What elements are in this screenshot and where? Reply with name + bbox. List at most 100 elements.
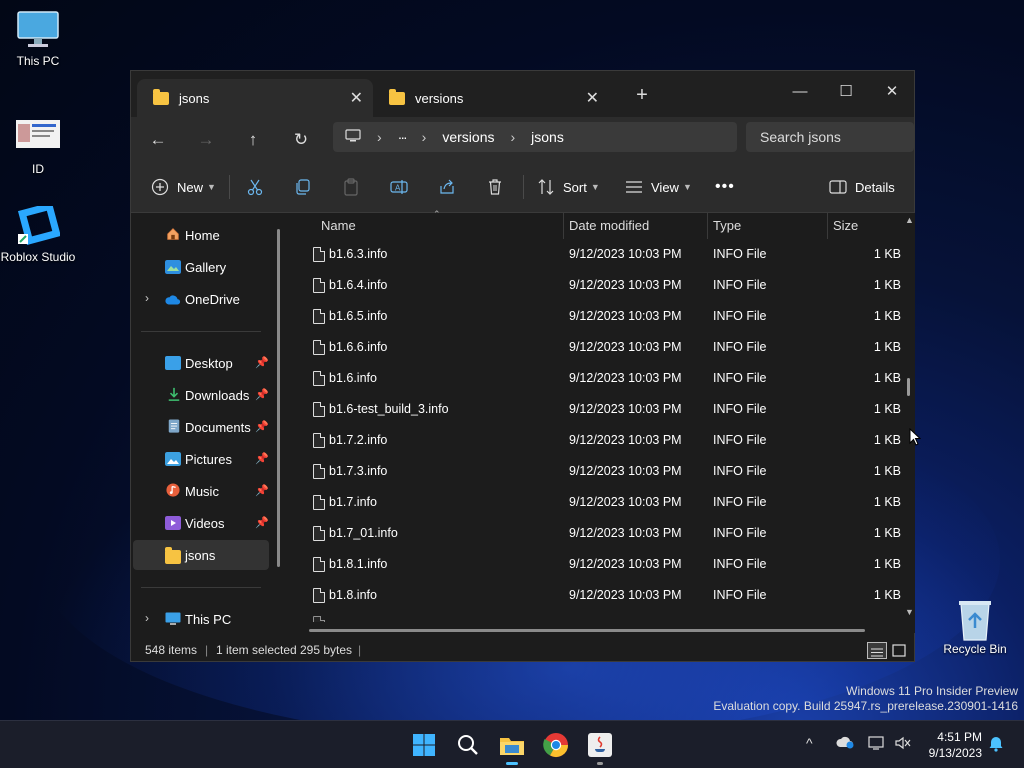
nav-scrollbar[interactable] [277,229,280,567]
chevron-right-icon[interactable]: › [145,291,149,305]
column-header-size[interactable]: Size [833,213,858,239]
table-row[interactable]: b1.6-test_build_3.info 9/12/2023 10:03 PM… [291,394,901,425]
volume-muted-icon[interactable] [894,735,912,754]
cut-button[interactable] [246,175,264,199]
column-divider[interactable] [707,213,708,239]
show-hidden-icons-chevron[interactable]: ^ [806,735,813,751]
vertical-scrollbar[interactable]: ▲ ▼ [905,213,914,623]
large-icons-view-icon[interactable] [891,642,907,658]
sort-button[interactable]: Sort ▼ [537,175,600,199]
maximize-button[interactable]: ☐ [823,77,869,107]
nav-item-jsons[interactable]: jsons [133,540,269,570]
tab-versions[interactable]: versions ✕ [373,79,609,117]
search-icon[interactable] [452,729,484,761]
file-name: b1.6.5.info [329,309,388,323]
table-row[interactable]: b1.7.2.info 9/12/2023 10:03 PM INFO File 1 … [291,425,901,456]
pin-icon[interactable]: 📌 [255,420,269,433]
breadcrumb-ellipsis[interactable]: ··· [390,129,414,145]
network-icon[interactable] [868,735,886,754]
share-button[interactable] [438,175,456,199]
details-view-icon[interactable] [867,642,887,659]
file-explorer-icon[interactable] [496,729,528,765]
pin-icon[interactable]: 📌 [255,484,269,497]
nav-item-videos[interactable]: Videos 📌 [133,508,269,538]
details-pane-button[interactable]: Details [829,175,895,199]
column-header-name[interactable]: Name [321,213,356,239]
search-input[interactable]: Search jsons [746,122,914,152]
column-divider[interactable] [563,213,564,239]
file-name: b1.7.2.info [329,433,388,447]
forward-arrow-icon[interactable]: → [191,127,221,153]
nav-item-downloads[interactable]: Downloads 📌 [133,380,269,410]
desktop-icon-this-pc[interactable]: This PC [0,10,76,68]
system-clock[interactable]: 4:51 PM 9/13/2023 [924,729,982,761]
tab-bar: jsons ✕ versions ✕ + — ☐ ✕ [131,71,914,117]
breadcrumb-item-jsons[interactable]: jsons [523,129,572,145]
back-arrow-icon[interactable]: ← [143,127,173,153]
up-arrow-icon[interactable]: ↑ [238,127,268,153]
breadcrumb[interactable]: › ··· › versions › jsons [333,122,737,152]
nav-item-home[interactable]: Home [133,220,269,250]
file-size: 1 KB [873,433,901,447]
start-icon[interactable] [408,729,440,761]
table-row[interactable]: b1.6.info 9/12/2023 10:03 PM INFO File 1 KB [291,363,901,394]
chevron-right-icon[interactable]: › [145,611,149,625]
chrome-icon[interactable] [540,729,572,761]
delete-button[interactable] [486,175,504,199]
pin-icon[interactable]: 📌 [255,516,269,529]
scroll-up-arrow-icon[interactable]: ▲ [905,215,914,225]
this-pc-icon [165,612,181,625]
nav-item-desktop[interactable]: Desktop 📌 [133,348,269,378]
pin-icon[interactable]: 📌 [255,452,269,465]
horizontal-scrollbar[interactable] [309,629,865,632]
desktop-icon-id[interactable]: ID [0,118,76,176]
scroll-down-arrow-icon[interactable]: ▼ [905,607,914,617]
table-row[interactable]: b1.6.5.info 9/12/2023 10:03 PM INFO File 1 … [291,301,901,332]
table-row[interactable]: b1.6.6.info 9/12/2023 10:03 PM INFO File 1 … [291,332,901,363]
table-row[interactable]: b1.6.3.info 9/12/2023 10:03 PM INFO File 1 … [291,239,901,270]
clock-date: 9/13/2023 [928,746,982,760]
tab-close-icon[interactable]: ✕ [350,88,363,108]
new-tab-button[interactable]: + [619,80,665,110]
column-divider[interactable] [827,213,828,239]
nav-item-onedrive[interactable]: › OneDrive [133,284,269,314]
tab-jsons[interactable]: jsons ✕ [137,79,373,117]
id-card-icon [16,118,60,158]
nav-item-gallery[interactable]: Gallery [133,252,269,282]
minimize-button[interactable]: — [777,77,823,107]
new-button[interactable]: New ▼ [151,175,216,199]
scrollbar-thumb[interactable] [907,378,910,396]
onedrive-status-icon[interactable] [836,735,854,752]
notification-bell-icon[interactable] [988,734,1004,755]
close-window-button[interactable]: ✕ [869,77,915,107]
column-header-type[interactable]: Type [713,213,741,239]
file-name: b1.8.info [329,588,377,602]
table-row[interactable]: b1.6.4.info 9/12/2023 10:03 PM INFO File 1 … [291,270,901,301]
nav-item-documents[interactable]: Documents 📌 [133,412,269,442]
nav-item-this-pc[interactable]: › This PC [133,604,269,634]
rename-button[interactable]: A [390,175,408,199]
table-row[interactable]: b1.8.1.info 9/12/2023 10:03 PM INFO File 1 … [291,549,901,580]
copy-button[interactable] [294,175,312,199]
file-explorer-window: jsons ✕ versions ✕ + — ☐ ✕ ← → ↑ ↻ › ···… [130,70,915,662]
computer-icon[interactable] [333,128,369,146]
table-row-partial[interactable] [291,608,901,622]
tab-close-icon[interactable]: ✕ [586,88,599,108]
more-options-button[interactable]: ••• [715,175,735,199]
table-row[interactable]: b1.7_01.info 9/12/2023 10:03 PM INFO File 1… [291,518,901,549]
pin-icon[interactable]: 📌 [255,388,269,401]
view-button[interactable]: View ▼ [625,175,692,199]
column-header-date-modified[interactable]: Date modified [569,213,649,239]
refresh-icon[interactable]: ↻ [286,127,316,153]
nav-item-pictures[interactable]: Pictures 📌 [133,444,269,474]
breadcrumb-item-versions[interactable]: versions [434,129,502,145]
table-row[interactable]: b1.7.info 9/12/2023 10:03 PM INFO File 1 KB [291,487,901,518]
desktop-icon-roblox-studio[interactable]: Roblox Studio [0,202,76,264]
pin-icon[interactable]: 📌 [255,356,269,369]
paste-button[interactable] [342,175,360,199]
java-icon[interactable] [584,729,616,765]
table-row[interactable]: b1.8.info 9/12/2023 10:03 PM INFO File 1 KB [291,580,901,611]
table-row[interactable]: b1.7.3.info 9/12/2023 10:03 PM INFO File 1 … [291,456,901,487]
nav-item-music[interactable]: Music 📌 [133,476,269,506]
desktop-icon-recycle-bin[interactable]: Recycle Bin [937,598,1013,656]
